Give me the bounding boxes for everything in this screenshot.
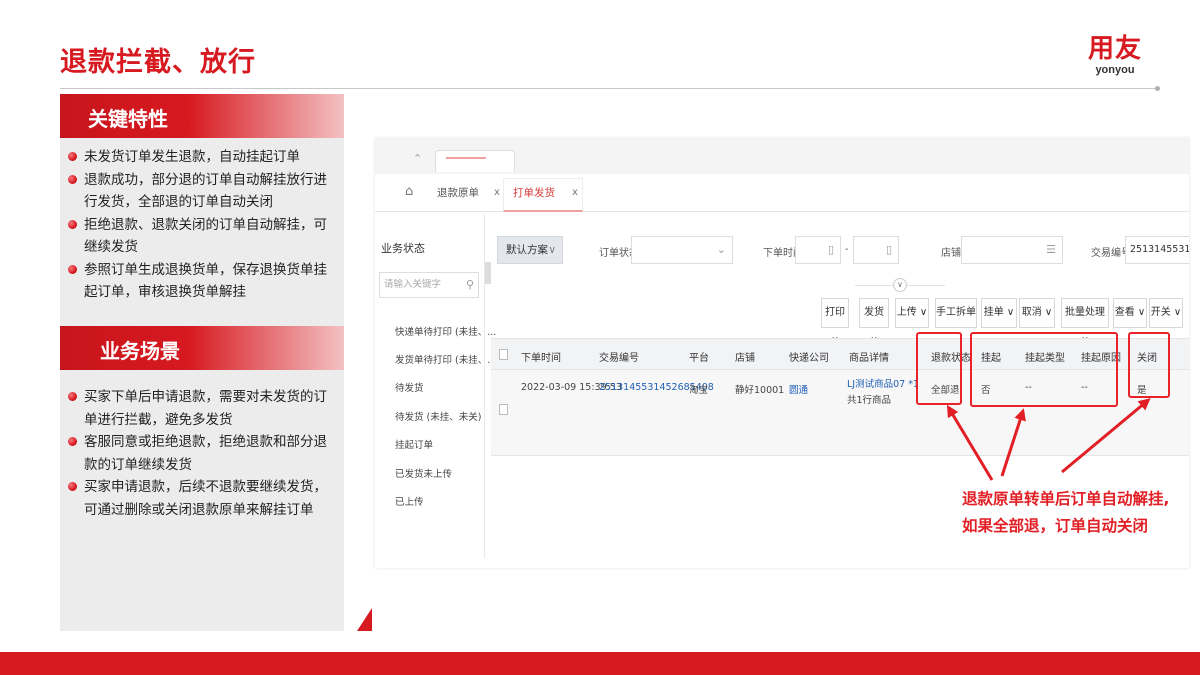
- tab-refund-original[interactable]: 退款原单: [437, 174, 479, 212]
- list-icon: ☰: [1046, 243, 1056, 256]
- corner-triangle-decoration: [357, 608, 372, 631]
- upload-button[interactable]: 上传 ∨: [895, 298, 929, 328]
- feature-item: 退款成功，部分退的订单自动解挂放行进行发货，全部退的订单自动关闭: [68, 169, 340, 214]
- sidebar-item[interactable]: 挂起订单: [395, 437, 433, 451]
- sidebar-item[interactable]: 快递单待打印 (未挂、...: [395, 324, 496, 338]
- cancel-button[interactable]: 取消 ∨: [1019, 298, 1055, 328]
- cell-store: 静好10001: [735, 385, 785, 396]
- feature-item: 未发货订单发生退款，自动挂起订单: [68, 146, 340, 169]
- filter-scheme-value: 默认方案: [506, 244, 548, 256]
- sidebar-item[interactable]: 已上传: [395, 494, 424, 508]
- brand-logo: 用友 yonyou: [1075, 34, 1155, 76]
- sidebar-item[interactable]: 待发货 (未挂、未关): [395, 409, 481, 423]
- page-tab-bar: ⌂ 退款原单 x 打单发货 x: [375, 174, 1189, 212]
- chevron-down-icon: ∨: [548, 244, 556, 256]
- sidebar-collapse-handle[interactable]: [485, 262, 491, 284]
- sidebar-search-placeholder: 请输入关键字: [384, 279, 442, 290]
- highlight-closed: [1128, 332, 1170, 398]
- footer-bar: [0, 652, 1200, 675]
- annotation-line-2: 如果全部退，订单自动关闭: [962, 517, 1149, 535]
- date-range-separator: -: [845, 244, 849, 255]
- column-header[interactable]: 交易编号: [599, 349, 639, 364]
- column-header[interactable]: 平台: [689, 349, 709, 364]
- store-label: 店铺: [941, 248, 961, 259]
- scenarios-header: 业务场景: [60, 326, 344, 370]
- order-time-start-input[interactable]: ▯: [795, 236, 841, 264]
- store-select[interactable]: ☰: [961, 236, 1063, 264]
- order-status-select[interactable]: ⌄: [631, 236, 733, 264]
- features-list: 未发货订单发生退款，自动挂起订单 退款成功，部分退的订单自动解挂放行进行发货，全…: [68, 146, 340, 304]
- search-icon[interactable]: ⚲: [466, 273, 474, 297]
- browser-strip: ⌃: [375, 138, 1189, 174]
- cell-goods-link[interactable]: LJ测试商品07 *1: [847, 376, 919, 390]
- trade-no-input[interactable]: 2513145531452685: [1125, 236, 1189, 264]
- annotation-text: 退款原单转单后订单自动解挂, 如果全部退，订单自动关闭: [962, 486, 1169, 540]
- view-button[interactable]: 查看 ∨: [1113, 298, 1147, 328]
- sidebar-item[interactable]: 已发货未上传: [395, 466, 452, 480]
- annotation-line-1: 退款原单转单后订单自动解挂,: [962, 490, 1170, 508]
- scenarios-title: 业务场景: [100, 339, 180, 363]
- brand-logo-cn: 用友: [1087, 34, 1142, 64]
- scenario-item: 买家申请退款，后续不退款要继续发货，可通过删除或关闭退款原单来解挂订单: [68, 476, 340, 521]
- features-header: 关键特性: [60, 94, 344, 138]
- batch-process-button[interactable]: 批量处理 ∨: [1061, 298, 1109, 346]
- browser-tab[interactable]: [435, 150, 515, 172]
- scenario-item: 买家下单后申请退款，需要对未发货的订单进行拦截，避免多发货: [68, 386, 340, 431]
- tab-print-ship[interactable]: 打单发货: [513, 174, 555, 212]
- sidebar-title: 业务状态: [381, 242, 425, 255]
- caret-up-icon[interactable]: ⌃: [413, 152, 422, 165]
- column-header[interactable]: 快递公司: [789, 349, 829, 364]
- features-title: 关键特性: [88, 107, 168, 131]
- filter-scheme-select[interactable]: 默认方案 ∨: [497, 236, 563, 264]
- status-sidebar: 业务状态 请输入关键字 ⚲ 快递单待打印 (未挂、... 发货单待打印 (未挂、…: [375, 214, 496, 558]
- left-panel: 关键特性 未发货订单发生退款，自动挂起订单 退款成功，部分退的订单自动解挂放行进…: [60, 94, 344, 631]
- cell-platform: 淘宝: [689, 385, 709, 396]
- column-header[interactable]: 下单时间: [521, 349, 561, 364]
- sidebar-item[interactable]: 发货单待打印 (未挂、...: [395, 352, 496, 366]
- expand-filters-icon[interactable]: ∨: [893, 278, 907, 292]
- chevron-down-icon: ⌄: [716, 243, 726, 256]
- title-divider-dot: [1155, 86, 1160, 91]
- ship-button[interactable]: 发货 ∨: [859, 298, 889, 346]
- select-all-checkbox[interactable]: [499, 349, 508, 360]
- column-header[interactable]: 店铺: [735, 349, 755, 364]
- feature-item: 拒绝退款、退款关闭的订单自动解挂，可继续发货: [68, 214, 340, 259]
- row-checkbox[interactable]: [499, 404, 508, 415]
- column-header[interactable]: 商品详情: [849, 349, 889, 364]
- calendar-icon: ▯: [885, 243, 892, 256]
- cell-goods-count: 共1行商品: [847, 395, 892, 406]
- browser-tab-title: [446, 157, 486, 159]
- sidebar-search-input[interactable]: 请输入关键字 ⚲: [379, 272, 479, 298]
- scenarios-list: 买家下单后申请退款，需要对未发货的订单进行拦截，避免多发货 客服同意或拒绝退款，…: [68, 386, 340, 521]
- slide-title: 退款拦截、放行: [60, 47, 256, 78]
- order-time-end-input[interactable]: ▯: [853, 236, 899, 264]
- cell-courier-link[interactable]: 圆通: [789, 382, 808, 396]
- trade-no-value: 2513145531452685: [1130, 244, 1189, 255]
- manual-split-button[interactable]: 手工拆单: [935, 298, 977, 328]
- highlight-suspend-columns: [970, 332, 1118, 407]
- toggle-button[interactable]: 开关 ∨: [1149, 298, 1183, 328]
- highlight-refund-status: [916, 332, 962, 405]
- scenario-item: 客服同意或拒绝退款，拒绝退款和部分退款的订单继续发货: [68, 431, 340, 476]
- feature-item: 参照订单生成退换货单，保存退换货单挂起订单，审核退换货单解挂: [68, 259, 340, 304]
- title-divider: [60, 88, 1160, 89]
- close-icon[interactable]: x: [494, 174, 500, 212]
- sidebar-item[interactable]: 待发货: [395, 380, 424, 394]
- calendar-icon: ▯: [827, 243, 834, 256]
- close-icon[interactable]: x: [572, 174, 578, 212]
- brand-logo-en: yonyou: [1095, 64, 1135, 76]
- home-icon[interactable]: ⌂: [405, 184, 413, 199]
- print-button[interactable]: 打印 ∨: [821, 298, 849, 346]
- suspend-button[interactable]: 挂单 ∨: [981, 298, 1017, 328]
